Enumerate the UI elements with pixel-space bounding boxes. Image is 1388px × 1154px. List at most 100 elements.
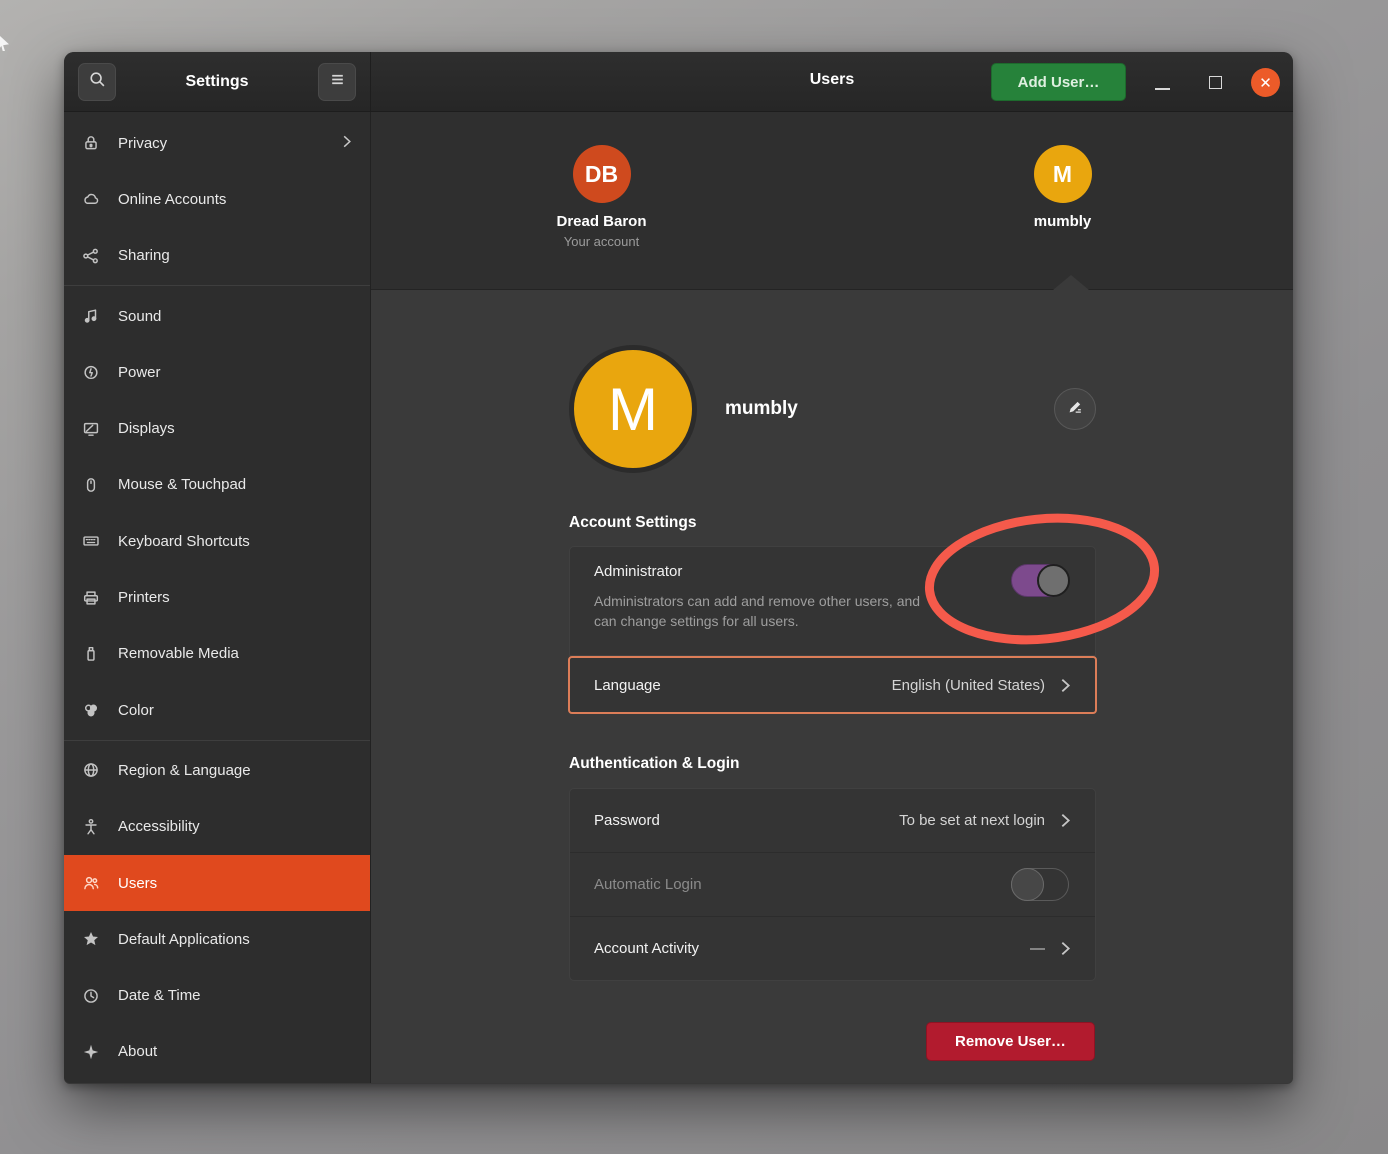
sidebar-item-label: Sound bbox=[118, 308, 161, 325]
maximize-button[interactable] bbox=[1209, 76, 1222, 89]
sidebar-separator bbox=[64, 740, 370, 741]
user-selector-strip: DB Dread Baron Your account M mumbly bbox=[371, 112, 1293, 290]
administrator-row: Administrator Administrators can add and… bbox=[569, 546, 1096, 656]
sidebar-item-label: Default Applications bbox=[118, 931, 250, 948]
automatic-login-toggle[interactable] bbox=[1011, 868, 1069, 901]
sidebar-item-default-applications[interactable]: Default Applications bbox=[64, 911, 370, 967]
sidebar-item-label: Keyboard Shortcuts bbox=[118, 533, 250, 550]
globe-icon bbox=[80, 761, 102, 779]
titlebar: Settings Users Add User… ✕ bbox=[64, 52, 1293, 112]
administrator-description: Administrators can add and remove other … bbox=[594, 591, 1071, 631]
toggle-knob bbox=[1037, 564, 1070, 597]
avatar-mumbly: M bbox=[1034, 145, 1092, 203]
account-activity-value: — bbox=[1030, 940, 1045, 957]
automatic-login-label: Automatic Login bbox=[594, 876, 702, 893]
pencil-icon bbox=[1066, 398, 1084, 421]
titlebar-main-section: Users Add User… ✕ bbox=[371, 52, 1293, 111]
sidebar-title: Settings bbox=[116, 73, 318, 91]
sidebar-item-sharing[interactable]: Sharing bbox=[64, 228, 370, 284]
account-settings-heading: Account Settings bbox=[569, 514, 696, 532]
sidebar-item-keyboard-shortcuts[interactable]: Keyboard Shortcuts bbox=[64, 513, 370, 569]
user-card-mumbly[interactable]: M mumbly bbox=[832, 112, 1293, 289]
sidebar-item-label: About bbox=[118, 1043, 157, 1060]
sidebar-item-label: Accessibility bbox=[118, 818, 200, 835]
color-icon bbox=[80, 701, 102, 719]
sidebar-item-displays[interactable]: Displays bbox=[64, 400, 370, 456]
language-row[interactable]: Language English (United States) bbox=[568, 656, 1097, 714]
sidebar-item-label: Users bbox=[118, 875, 157, 892]
account-activity-row[interactable]: Account Activity — bbox=[570, 916, 1095, 980]
sidebar-item-region-language[interactable]: Region & Language bbox=[64, 742, 370, 798]
search-button[interactable] bbox=[78, 63, 116, 101]
authentication-login-heading: Authentication & Login bbox=[569, 755, 739, 773]
administrator-label: Administrator bbox=[594, 563, 1071, 580]
close-button[interactable]: ✕ bbox=[1251, 68, 1280, 97]
menu-button[interactable] bbox=[318, 63, 356, 101]
usb-drive-icon bbox=[80, 645, 102, 663]
user-detail-panel: M mumbly Account Se bbox=[371, 290, 1293, 1083]
sidebar-item-users[interactable]: Users bbox=[64, 855, 370, 911]
sidebar-item-privacy[interactable]: Privacy bbox=[64, 115, 370, 171]
sidebar-item-label: Date & Time bbox=[118, 987, 201, 1004]
music-note-icon bbox=[80, 307, 102, 325]
profile-avatar[interactable]: M bbox=[569, 345, 697, 473]
sidebar-separator bbox=[64, 285, 370, 286]
clock-icon bbox=[80, 987, 102, 1005]
sidebar-item-label: Mouse & Touchpad bbox=[118, 476, 246, 493]
sidebar-item-power[interactable]: Power bbox=[64, 344, 370, 400]
cloud-icon bbox=[80, 190, 102, 208]
chevron-right-icon bbox=[1060, 940, 1071, 957]
hamburger-icon bbox=[329, 71, 346, 93]
toggle-knob bbox=[1011, 868, 1044, 901]
sidebar-item-about[interactable]: About bbox=[64, 1024, 370, 1080]
sidebar-item-color[interactable]: Color bbox=[64, 682, 370, 738]
share-icon bbox=[80, 247, 102, 265]
users-icon bbox=[80, 874, 102, 892]
add-user-button[interactable]: Add User… bbox=[991, 63, 1126, 101]
password-row[interactable]: Password To be set at next login bbox=[570, 789, 1095, 852]
sidebar-item-label: Power bbox=[118, 364, 161, 381]
sidebar-item-label: Online Accounts bbox=[118, 191, 226, 208]
sidebar-item-label: Printers bbox=[118, 589, 170, 606]
sidebar-item-removable-media[interactable]: Removable Media bbox=[64, 626, 370, 682]
password-label: Password bbox=[594, 812, 660, 829]
sidebar-item-sound[interactable]: Sound bbox=[64, 288, 370, 344]
search-icon bbox=[89, 71, 106, 93]
sidebar-item-label: Displays bbox=[118, 420, 175, 437]
automatic-login-row: Automatic Login bbox=[570, 852, 1095, 916]
language-label: Language bbox=[594, 677, 661, 694]
language-value: English (United States) bbox=[892, 677, 1045, 694]
chevron-right-icon bbox=[1060, 677, 1071, 694]
edit-name-button[interactable] bbox=[1054, 388, 1096, 430]
remove-user-button[interactable]: Remove User… bbox=[926, 1022, 1095, 1061]
users-panel: DB Dread Baron Your account M mumbly M m… bbox=[371, 112, 1293, 1083]
chevron-right-icon bbox=[1060, 812, 1071, 829]
sidebar-item-date-time[interactable]: Date & Time bbox=[64, 967, 370, 1023]
titlebar-sidebar-section: Settings bbox=[64, 52, 371, 111]
sidebar-item-printers[interactable]: Printers bbox=[64, 569, 370, 625]
profile-row: M mumbly bbox=[569, 345, 1096, 473]
account-activity-label: Account Activity bbox=[594, 940, 699, 957]
printer-icon bbox=[80, 589, 102, 607]
user-name: mumbly bbox=[1034, 213, 1092, 230]
selected-user-notch bbox=[1053, 275, 1089, 290]
sidebar-item-mouse-touchpad[interactable]: Mouse & Touchpad bbox=[64, 457, 370, 513]
mouse-cursor bbox=[0, 36, 9, 51]
profile-name: mumbly bbox=[725, 398, 798, 420]
sidebar-item-accessibility[interactable]: Accessibility bbox=[64, 799, 370, 855]
authentication-card: Password To be set at next login Automat… bbox=[569, 788, 1096, 981]
user-card-dread-baron[interactable]: DB Dread Baron Your account bbox=[371, 112, 832, 289]
display-icon bbox=[80, 420, 102, 438]
mouse-icon bbox=[80, 476, 102, 494]
page-title: Users bbox=[371, 71, 1293, 89]
sidebar-item-label: Sharing bbox=[118, 247, 170, 264]
accessibility-icon bbox=[80, 818, 102, 836]
minimize-button[interactable] bbox=[1155, 88, 1170, 90]
sidebar-item-online-accounts[interactable]: Online Accounts bbox=[64, 171, 370, 227]
password-value: To be set at next login bbox=[899, 812, 1045, 829]
keyboard-icon bbox=[80, 532, 102, 550]
avatar-dread-baron: DB bbox=[573, 145, 631, 203]
close-icon: ✕ bbox=[1259, 74, 1272, 92]
administrator-toggle[interactable] bbox=[1011, 564, 1069, 597]
sidebar-item-label: Removable Media bbox=[118, 645, 239, 662]
